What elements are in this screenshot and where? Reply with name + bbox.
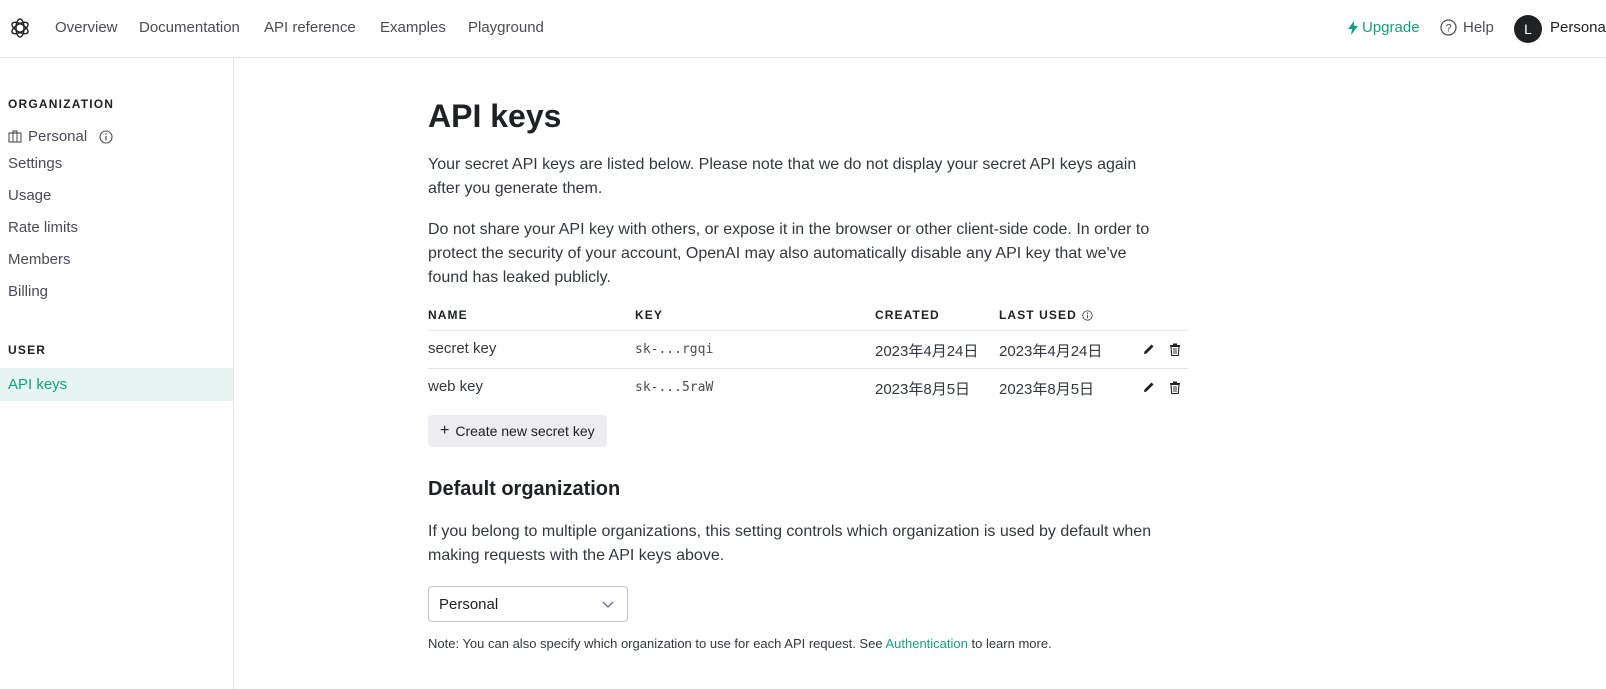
col-header-key: KEY [635,308,663,322]
sidebar-item-billing[interactable]: Billing [8,283,48,300]
key-name: secret key [428,340,497,357]
create-secret-key-button[interactable]: + Create new secret key [428,415,607,447]
table-divider [428,330,1188,331]
default-org-title: Default organization [428,478,621,500]
sidebar-item-api-keys[interactable]: API keys [0,368,233,401]
nav-overview[interactable]: Overview [55,19,118,36]
key-last-used: 2023年8月5日 [999,381,1095,398]
help-circle-icon: ? [1440,19,1457,36]
info-icon[interactable] [1082,309,1093,321]
nav-examples[interactable]: Examples [380,19,446,36]
upgrade-link[interactable]: Upgrade [1348,19,1420,36]
svg-text:?: ? [1445,23,1451,35]
nav-documentation[interactable]: Documentation [139,19,240,36]
sidebar-org-name: Personal [28,128,88,145]
upgrade-label: Upgrade [1362,19,1420,36]
lightning-icon [1348,20,1358,35]
trash-icon [1170,381,1180,394]
sidebar: ORGANIZATION Personal Settings Usage Rat… [0,58,234,689]
sidebar-item-rate-limits[interactable]: Rate limits [8,219,78,236]
page-title: API keys [428,98,562,134]
delete-key-button[interactable] [1167,379,1183,395]
sidebar-heading-organization: ORGANIZATION [8,97,115,111]
trash-icon [1170,343,1180,356]
edit-key-button[interactable] [1141,379,1157,395]
org-note-suffix: to learn more. [967,636,1052,651]
authentication-link[interactable]: Authentication [885,636,967,651]
help-link[interactable]: ? Help [1440,19,1494,36]
default-org-description: If you belong to multiple organizations,… [428,523,1152,564]
key-value: sk-...5raW [635,380,714,395]
org-note: Note: You can also specify which organiz… [428,636,1052,651]
chevron-down-icon [602,601,614,608]
col-header-last-used: LAST USED [999,308,1093,322]
sidebar-item-members[interactable]: Members [8,251,71,268]
col-header-last-used-label: LAST USED [999,308,1077,322]
sidebar-item-settings[interactable]: Settings [8,155,62,172]
org-note-prefix: Note: You can also specify which organiz… [428,636,886,651]
key-value: sk-...rgqi [635,342,714,357]
nav-api-reference[interactable]: API reference [264,19,356,36]
top-navbar: Overview Documentation API reference Exa… [0,0,1606,58]
sidebar-item-label: API keys [8,376,68,393]
col-header-created: CREATED [875,308,940,322]
key-created: 2023年8月5日 [875,381,971,398]
briefcase-icon [8,130,22,143]
default-org-select-value: Personal [439,596,499,613]
col-header-name: NAME [428,308,468,322]
security-paragraph: Do not share your API key with others, o… [428,221,1150,286]
sidebar-heading-user: USER [8,343,47,357]
sidebar-org-selector[interactable]: Personal [8,128,113,145]
key-created: 2023年4月24日 [875,343,979,360]
intro-paragraph: Your secret API keys are listed below. P… [428,156,1137,197]
sidebar-item-usage[interactable]: Usage [8,187,51,204]
pencil-icon [1144,344,1154,354]
edit-key-button[interactable] [1141,341,1157,357]
plus-icon: + [440,422,450,439]
openai-logo-icon[interactable] [8,16,32,40]
table-divider [428,368,1188,369]
info-icon[interactable] [99,129,113,144]
nav-playground[interactable]: Playground [468,19,544,36]
pencil-icon [1144,382,1154,392]
delete-key-button[interactable] [1167,341,1183,357]
create-secret-key-label: Create new secret key [455,423,595,439]
key-last-used: 2023年4月24日 [999,343,1103,360]
avatar[interactable]: L [1514,15,1542,43]
default-org-select[interactable]: Personal [428,586,628,622]
key-name: web key [428,378,484,395]
help-label: Help [1463,19,1494,36]
account-name[interactable]: Personal [1550,19,1606,36]
